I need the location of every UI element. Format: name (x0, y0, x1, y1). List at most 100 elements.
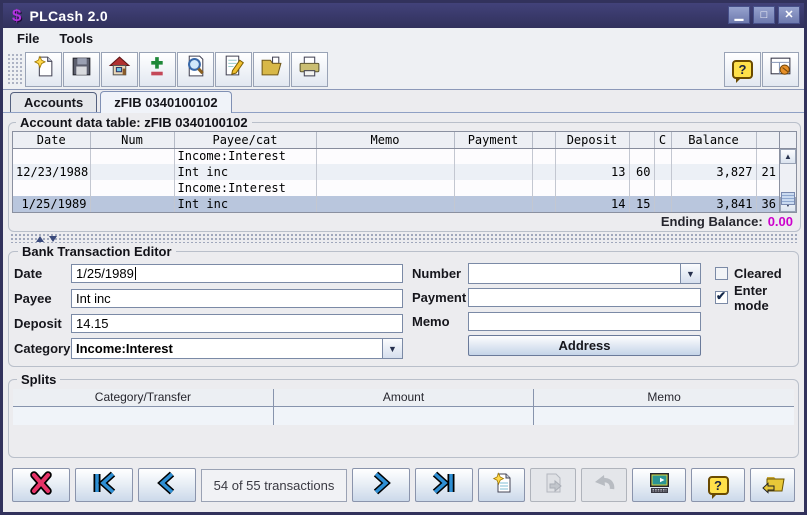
cell-date (13, 180, 90, 196)
toolbar-drag-handle[interactable] (7, 53, 22, 86)
date-field[interactable]: 1/25/1989 (71, 264, 403, 283)
splits-column-memo[interactable]: Memo (534, 389, 794, 406)
accounts-window-button[interactable] (762, 52, 799, 87)
cell-deposit-cents: 60 (629, 164, 654, 180)
commit-transaction-button[interactable] (530, 468, 576, 502)
close-button[interactable]: ✕ (778, 6, 800, 24)
cell-payment (454, 164, 532, 180)
main-content: Account data table: zFIB 0340100102 Date… (3, 113, 804, 512)
column-cleared[interactable]: C (654, 132, 671, 148)
cell-deposit: 14 (555, 196, 629, 212)
category-combobox[interactable]: Income:Interest ▼ (71, 338, 403, 359)
open-file-button[interactable] (253, 52, 290, 87)
open-folder-icon (259, 54, 284, 84)
edit-button[interactable] (215, 52, 252, 87)
app-window: $ PLCash 2.0 ▁ □ ✕ File Tools ? Accounts… (0, 0, 807, 515)
column-balance[interactable]: Balance (671, 132, 756, 148)
enter-mode-checkbox[interactable] (715, 291, 728, 304)
main-toolbar: ? (3, 49, 804, 90)
next-icon (367, 471, 395, 500)
undo-button[interactable] (581, 468, 627, 502)
column-payee[interactable]: Payee/cat (174, 132, 316, 148)
column-payment[interactable]: Payment (454, 132, 532, 148)
table-row-selected[interactable]: 1/25/1989 Int inc 14 15 3,841 36 (13, 196, 779, 212)
splits-cell (273, 406, 533, 425)
splits-row[interactable] (13, 406, 794, 425)
column-memo[interactable]: Memo (316, 132, 454, 148)
enter-mode-label: Enter mode (734, 283, 793, 313)
terminal-button[interactable] (632, 468, 686, 502)
title-bar[interactable]: $ PLCash 2.0 ▁ □ ✕ (3, 3, 804, 28)
last-icon (430, 471, 458, 500)
column-date[interactable]: Date (13, 132, 90, 148)
first-icon (90, 471, 118, 500)
cell-deposit: 13 (555, 164, 629, 180)
table-row[interactable]: Income:Interest (13, 180, 779, 196)
splits-column-amount[interactable]: Amount (273, 389, 533, 406)
home-icon (107, 54, 132, 84)
split-divider[interactable] (10, 234, 797, 243)
collapse-up-icon[interactable] (36, 236, 44, 242)
tab-register[interactable]: zFIB 0340100102 (100, 91, 231, 113)
tab-bar: Accounts zFIB 0340100102 (3, 90, 804, 113)
column-deposit-cents[interactable] (629, 132, 654, 148)
cleared-checkbox-group[interactable]: Cleared (715, 266, 782, 281)
table-row[interactable]: Income:Interest (13, 148, 779, 164)
menu-file[interactable]: File (9, 30, 47, 47)
ending-balance-label: Ending Balance: (661, 214, 763, 229)
memo-field[interactable] (468, 312, 701, 331)
next-transaction-button[interactable] (352, 468, 410, 502)
previous-transaction-button[interactable] (138, 468, 196, 502)
new-transaction-button[interactable] (478, 468, 525, 502)
chevron-down-icon[interactable]: ▼ (382, 339, 402, 358)
column-num[interactable]: Num (90, 132, 174, 148)
print-button[interactable] (291, 52, 328, 87)
column-deposit[interactable]: Deposit (555, 132, 629, 148)
cell-balance (671, 148, 756, 164)
chevron-down-icon[interactable]: ▼ (680, 264, 700, 283)
scroll-up-icon[interactable]: ▲ (780, 149, 796, 164)
deposit-field[interactable]: 14.15 (71, 314, 403, 333)
splits-column-category[interactable]: Category/Transfer (13, 389, 273, 406)
number-combobox[interactable]: ▼ (468, 263, 701, 284)
app-dollar-icon: $ (12, 6, 21, 26)
address-button[interactable]: Address (468, 335, 701, 356)
column-payment-cents[interactable] (532, 132, 555, 148)
home-button[interactable] (101, 52, 138, 87)
first-transaction-button[interactable] (75, 468, 133, 502)
collapse-down-icon[interactable] (49, 236, 57, 242)
delete-transaction-button[interactable] (12, 468, 70, 502)
minimize-button[interactable]: ▁ (728, 6, 750, 24)
enter-mode-checkbox-group[interactable]: Enter mode (715, 283, 793, 313)
save-button[interactable] (63, 52, 100, 87)
search-button[interactable] (177, 52, 214, 87)
cell-num (90, 196, 174, 212)
cleared-checkbox[interactable] (715, 267, 728, 280)
payment-field[interactable] (468, 288, 701, 307)
new-file-button[interactable] (25, 52, 62, 87)
column-balance-cents[interactable] (756, 132, 779, 148)
ending-balance-value: 0.00 (768, 214, 793, 229)
transaction-editor-panel: Bank Transaction Editor Date 1/25/1989 P… (8, 244, 799, 367)
maximize-button[interactable]: □ (753, 6, 775, 24)
exit-button[interactable] (750, 468, 795, 502)
add-remove-button[interactable] (139, 52, 176, 87)
scrollbar-track[interactable] (780, 164, 796, 197)
payee-field[interactable]: Int inc (71, 289, 403, 308)
cell-payment-cents (532, 148, 555, 164)
cell-balance-cents (756, 148, 779, 164)
cell-payee: Income:Interest (174, 180, 316, 196)
splits-cell (534, 406, 794, 425)
table-row[interactable]: 12/23/1988 Int inc 13 60 3,827 21 (13, 164, 779, 180)
vertical-scrollbar[interactable]: ▲ ▼ (779, 132, 796, 212)
tab-accounts[interactable]: Accounts (10, 92, 97, 113)
last-transaction-button[interactable] (415, 468, 473, 502)
splits-panel: Splits Category/Transfer Amount Memo (8, 372, 799, 458)
window-title: PLCash 2.0 (29, 8, 107, 24)
help-button[interactable]: ? (724, 52, 761, 87)
previous-icon (153, 471, 181, 500)
menu-tools[interactable]: Tools (51, 30, 101, 47)
scrollbar-thumb[interactable] (781, 192, 795, 205)
cell-deposit-cents: 15 (629, 196, 654, 212)
help-nav-button[interactable]: ? (691, 468, 745, 502)
